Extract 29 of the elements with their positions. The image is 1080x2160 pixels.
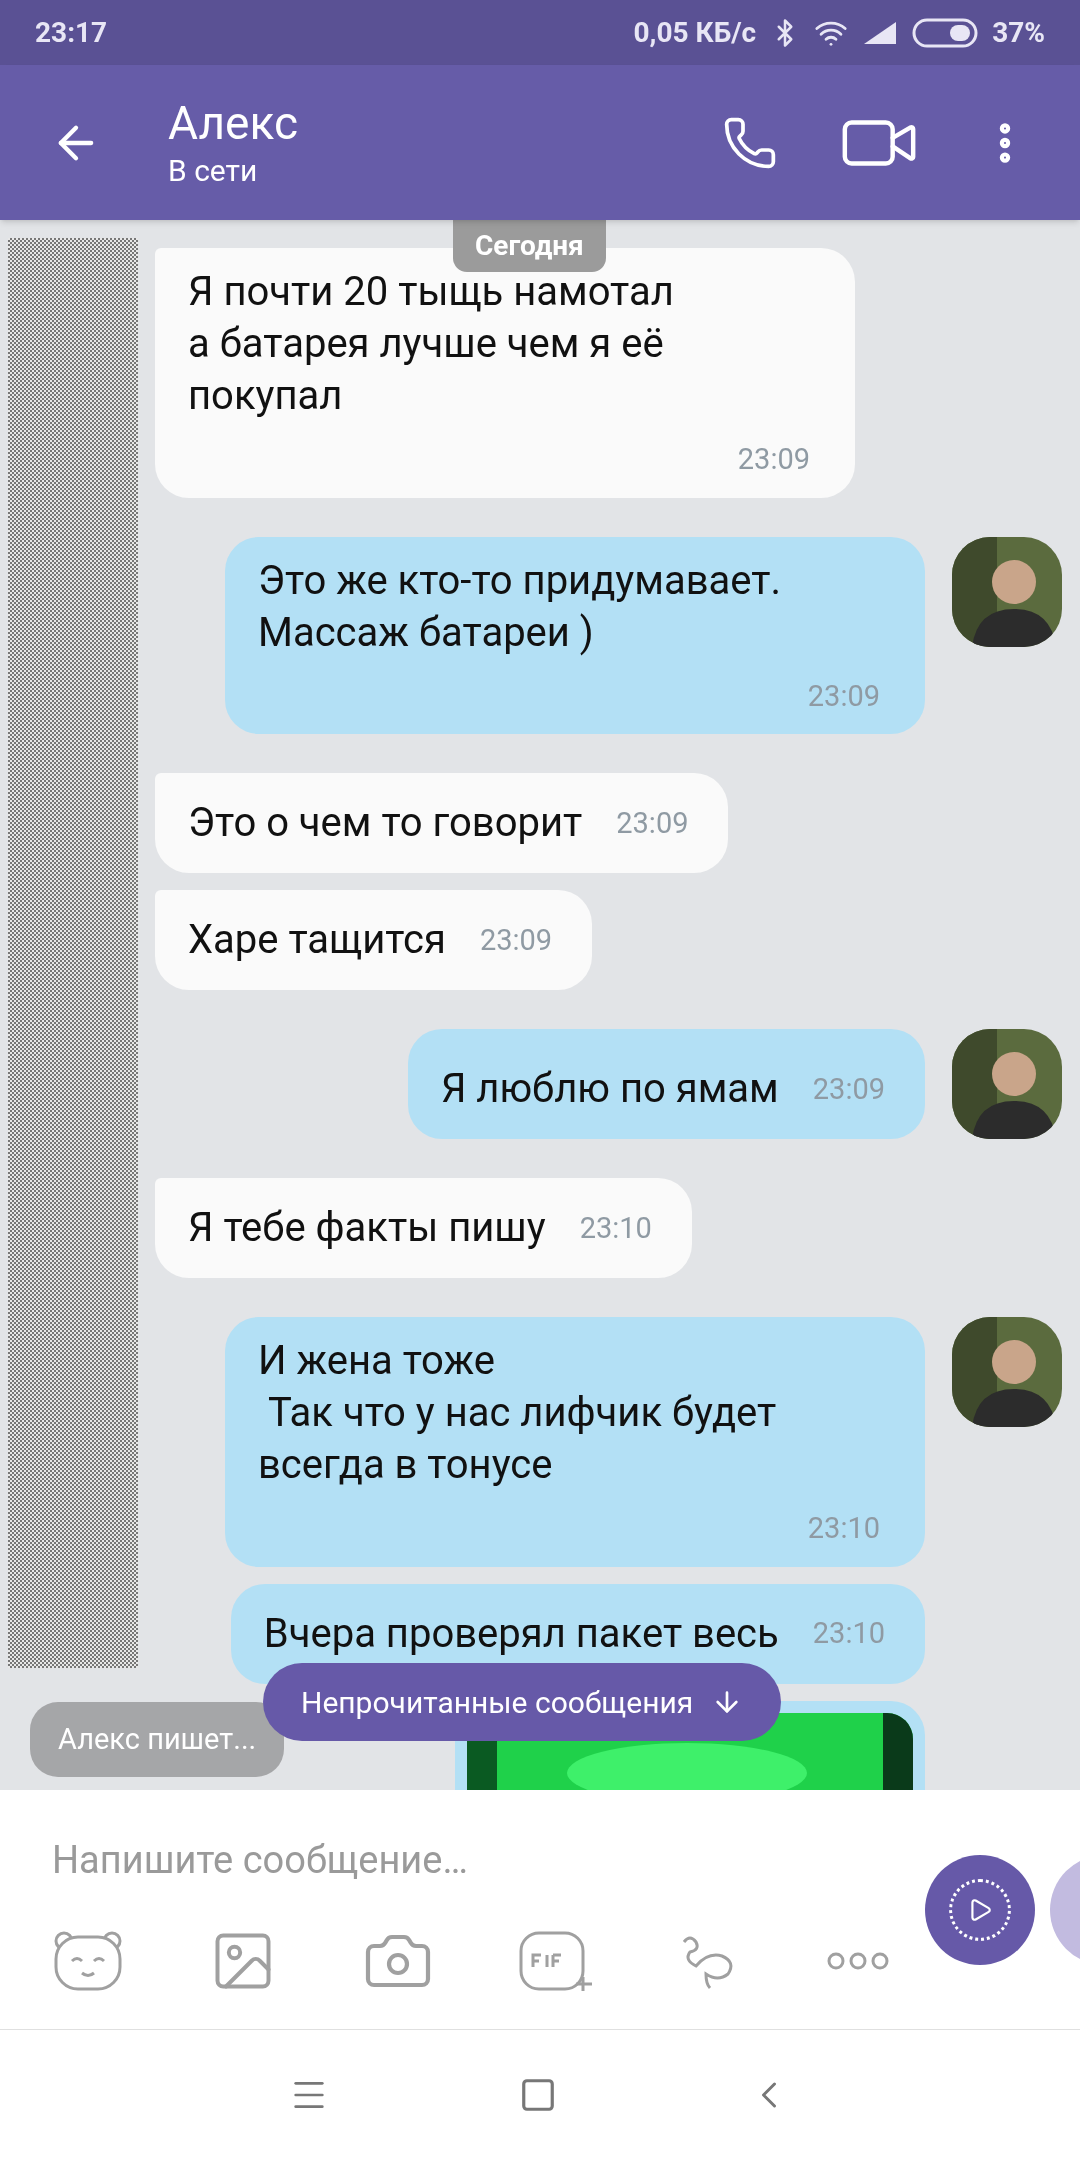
contact-name: Алекс: [168, 94, 298, 151]
message-text: Я тебе факты пишу: [188, 1203, 546, 1253]
contact-status: В сети: [168, 151, 259, 190]
signal-icon: [862, 19, 899, 46]
message-time: 23:10: [812, 1615, 885, 1652]
date-chip: Сегодня: [453, 220, 606, 272]
message-text: Это о чем то говорит: [188, 798, 583, 848]
message-time: 23:09: [812, 1070, 885, 1108]
message-time: 23:09: [479, 921, 553, 959]
network-speed: 0,05 КБ/с: [633, 14, 757, 51]
message-time: 23:09: [616, 804, 689, 842]
more-icon[interactable]: [827, 1951, 889, 1971]
message-text: Это же кто-то придумавает. Массаж батареи ): [258, 555, 783, 658]
battery-percent: 37%: [992, 14, 1045, 51]
message-time: 23:10: [806, 1510, 880, 1547]
unread-messages-button[interactable]: Непрочитанные сообщения: [263, 1663, 782, 1741]
message-text: Вчера проверял пакет весь: [263, 1608, 779, 1659]
typing-indicator: Алекс пишет...: [30, 1702, 285, 1777]
gif-icon[interactable]: [519, 1929, 595, 1993]
bear-face-icon[interactable]: [52, 1929, 124, 1993]
message-text: Я люблю по ямам: [440, 1064, 779, 1114]
home-icon[interactable]: [519, 2076, 557, 2114]
message-time: 23:09: [736, 441, 810, 478]
message-time: 23:10: [579, 1209, 652, 1247]
message-text: И жена тоже Так что у нас лифчик будет всегда в тонусе: [258, 1336, 778, 1490]
message-text: Харе тащится: [188, 915, 446, 965]
message-time: 23:09: [806, 677, 880, 715]
battery-icon: [912, 17, 979, 48]
clock: 23:17: [35, 14, 108, 51]
